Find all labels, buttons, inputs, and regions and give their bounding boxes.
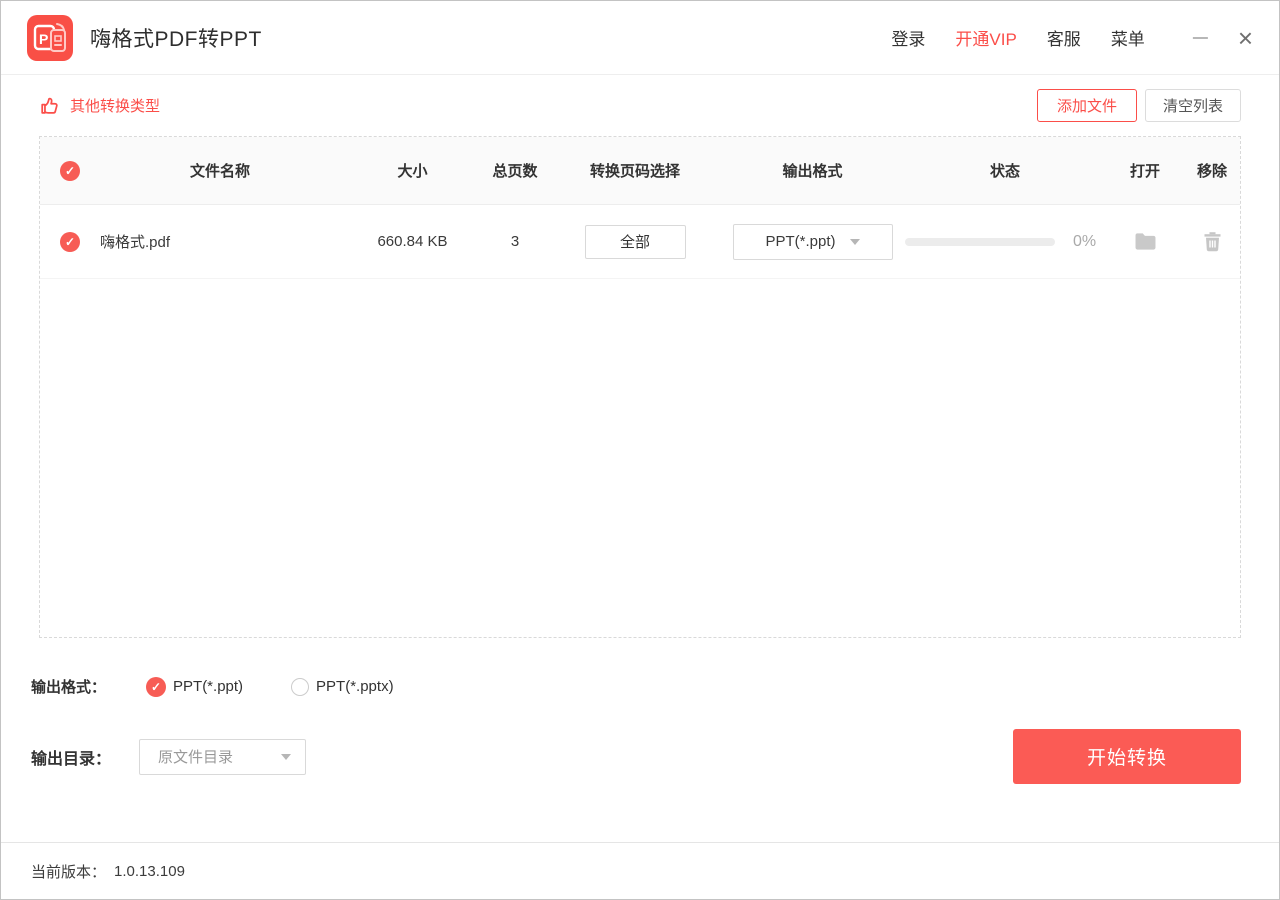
table-row: ✓ 嗨格式.pdf 660.84 KB 3 全部 PPT(*.ppt) — [40, 205, 1240, 279]
header-status: 状态 — [900, 160, 1110, 181]
app-title: 嗨格式PDF转PPT — [90, 23, 262, 53]
row-check-icon[interactable]: ✓ — [60, 232, 80, 252]
radio-pptx[interactable]: PPT(*.pptx) — [291, 678, 394, 696]
header-remove: 移除 — [1180, 160, 1241, 181]
file-name: 嗨格式.pdf — [100, 231, 340, 252]
progress-percent-label: 0% — [1073, 233, 1096, 251]
status-cell: 0% — [900, 233, 1110, 251]
top-nav: 登录 开通VIP 客服 菜单 — [891, 25, 1144, 50]
header-size: 大小 — [340, 160, 485, 181]
trash-icon — [1203, 231, 1222, 252]
title-bar: P 嗨格式PDF转PPT 登录 开通VIP 客服 菜单 — × — [1, 1, 1279, 75]
output-format-row: 输出格式： ✓ PPT(*.ppt) PPT(*.pptx) — [31, 676, 1249, 697]
output-dir-select[interactable]: 原文件目录 — [139, 739, 306, 775]
table-header-row: ✓ 文件名称 大小 总页数 转换页码选择 输出格式 状态 打开 移除 — [40, 137, 1240, 205]
svg-text:P: P — [39, 31, 48, 47]
app-logo-icon: P — [27, 15, 73, 61]
progress-bar — [905, 238, 1055, 246]
nav-open-vip[interactable]: 开通VIP — [955, 25, 1016, 50]
output-dir-value: 原文件目录 — [158, 746, 233, 767]
open-folder-button[interactable] — [1134, 232, 1157, 251]
main-content: 其他转换类型 添加文件 清空列表 ✓ 文件名称 大小 总页数 转换页码选择 输出… — [1, 75, 1279, 842]
radio-ppt[interactable]: ✓ PPT(*.ppt) — [146, 677, 243, 697]
file-list-panel: ✓ 文件名称 大小 总页数 转换页码选择 输出格式 状态 打开 移除 ✓ 嗨格式… — [39, 136, 1241, 638]
remove-cell — [1180, 231, 1241, 252]
close-button[interactable]: × — [1238, 25, 1253, 51]
open-cell — [1110, 232, 1180, 251]
header-file-name: 文件名称 — [100, 160, 340, 181]
toolbar: 其他转换类型 添加文件 清空列表 — [39, 75, 1241, 136]
header-open: 打开 — [1110, 160, 1180, 181]
window-controls: — × — [1193, 25, 1253, 51]
file-size: 660.84 KB — [340, 233, 485, 250]
output-format-label: 输出格式： — [31, 676, 106, 697]
nav-login[interactable]: 登录 — [891, 25, 925, 50]
chevron-down-icon — [850, 239, 860, 245]
add-file-button[interactable]: 添加文件 — [1037, 89, 1137, 122]
remove-trash-button[interactable] — [1203, 231, 1222, 252]
radio-ppt-check-icon: ✓ — [146, 677, 166, 697]
header-page-select: 转换页码选择 — [545, 160, 725, 181]
radio-pptx-circle-icon — [291, 678, 309, 696]
header-output-format: 输出格式 — [725, 160, 900, 181]
radio-ppt-label: PPT(*.ppt) — [173, 678, 243, 695]
start-convert-button[interactable]: 开始转换 — [1013, 729, 1241, 784]
format-cell: PPT(*.ppt) — [725, 224, 900, 260]
row-format-value: PPT(*.ppt) — [765, 233, 835, 250]
other-conversion-types-link[interactable]: 其他转换类型 — [39, 95, 160, 117]
radio-pptx-label: PPT(*.pptx) — [316, 678, 394, 695]
version-label: 当前版本： — [31, 861, 106, 882]
page-range-button[interactable]: 全部 — [585, 225, 686, 259]
footer-bar: 当前版本： 1.0.13.109 — [1, 842, 1279, 899]
row-select-cell: ✓ — [40, 232, 100, 252]
other-conversion-types-label: 其他转换类型 — [70, 95, 160, 116]
chevron-down-icon — [281, 754, 291, 760]
select-all-check-icon[interactable]: ✓ — [60, 161, 80, 181]
header-select-all-cell: ✓ — [40, 161, 100, 181]
file-pages: 3 — [485, 233, 545, 250]
output-dir-row: 输出目录： 原文件目录 开始转换 — [31, 729, 1249, 784]
app-window: P 嗨格式PDF转PPT 登录 开通VIP 客服 菜单 — × 其他转换类型 — [0, 0, 1280, 900]
nav-menu[interactable]: 菜单 — [1111, 25, 1145, 50]
header-total-pages: 总页数 — [485, 160, 545, 181]
minimize-button[interactable]: — — [1193, 30, 1208, 45]
folder-icon — [1134, 232, 1157, 251]
thumb-up-icon — [39, 95, 61, 117]
version-value: 1.0.13.109 — [114, 863, 185, 880]
clear-list-button[interactable]: 清空列表 — [1145, 89, 1241, 122]
nav-support[interactable]: 客服 — [1047, 25, 1081, 50]
output-dir-label: 输出目录： — [31, 745, 111, 769]
row-format-select[interactable]: PPT(*.ppt) — [733, 224, 893, 260]
page-select-cell: 全部 — [545, 225, 725, 259]
